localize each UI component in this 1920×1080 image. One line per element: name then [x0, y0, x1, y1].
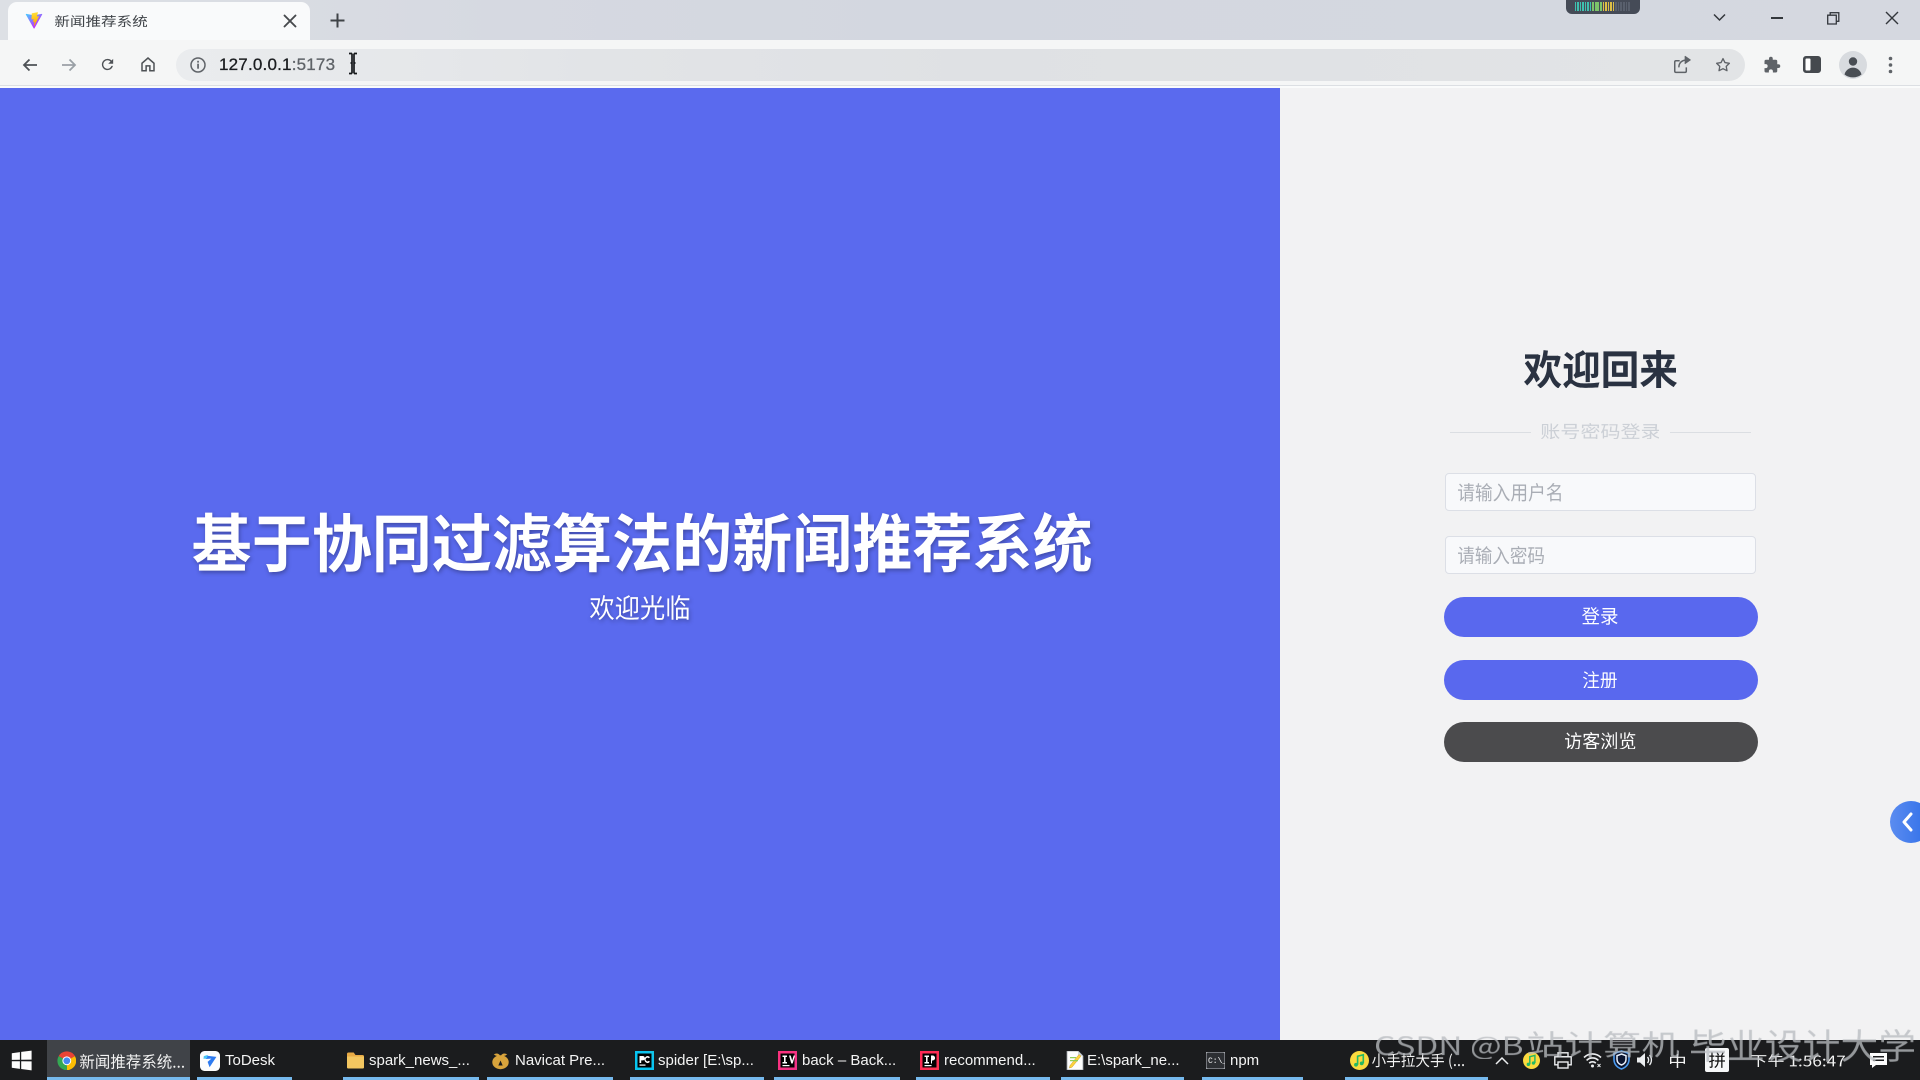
svg-text:C:\_: C:\_ [1208, 1057, 1225, 1066]
